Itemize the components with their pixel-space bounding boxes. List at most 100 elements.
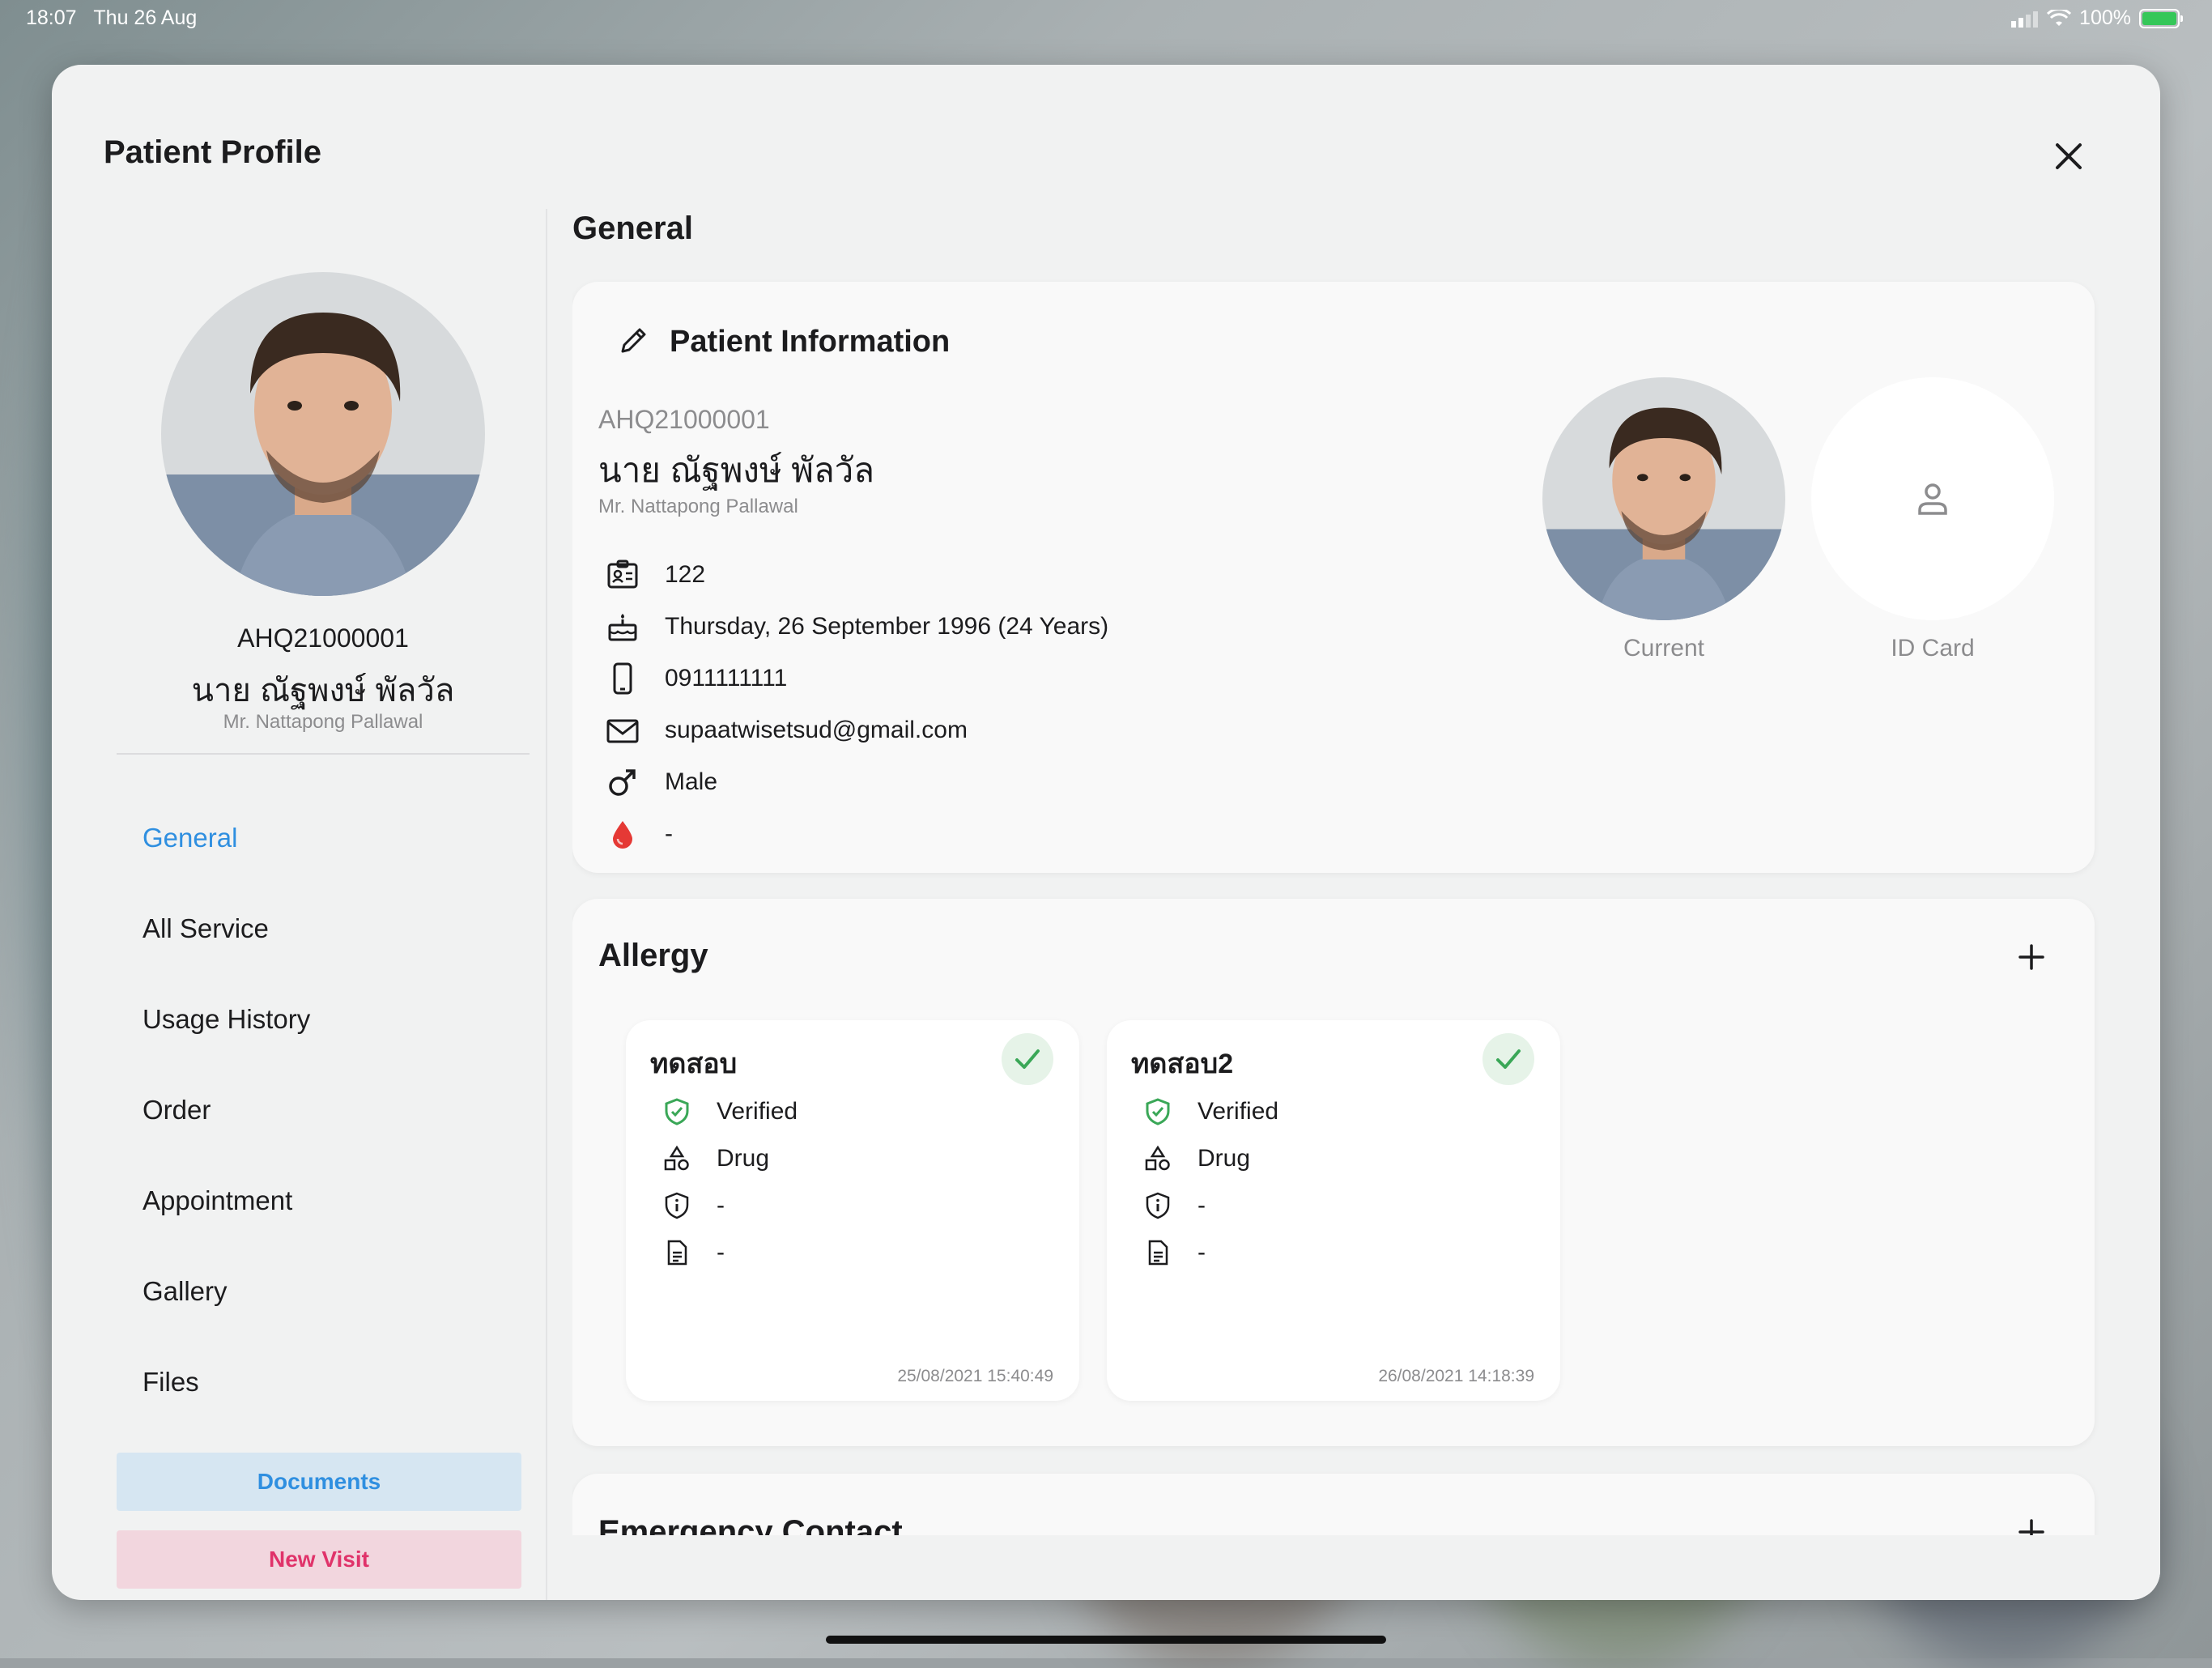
wifi-icon xyxy=(2047,9,2072,26)
date-text: Thu 26 Aug xyxy=(93,6,198,29)
patient-code: AHQ21000001 xyxy=(598,405,770,434)
sidebar-divider xyxy=(117,753,530,755)
status-bar: 18:07 Thu 26 Aug 100% xyxy=(0,0,2212,39)
battery-percent: 100% xyxy=(2079,6,2131,29)
patient-phone-row: 0911111111 xyxy=(605,653,1108,704)
allergy-type-row: Drug xyxy=(1144,1135,1278,1182)
main-content: General Patient Information AHQ21000001 … xyxy=(572,65,2160,1600)
patient-id-row: 122 xyxy=(605,549,1108,601)
shield-info-icon xyxy=(665,1192,689,1219)
documents-button[interactable]: Documents xyxy=(117,1453,521,1511)
signal-icon xyxy=(2011,11,2039,28)
shapes-icon xyxy=(664,1145,689,1171)
edit-patient-button[interactable] xyxy=(618,324,650,360)
allergy-note-row: - xyxy=(1144,1229,1278,1276)
id-card-photo-placeholder xyxy=(1811,377,2054,620)
allergy-severity: - xyxy=(1197,1192,1206,1219)
shapes-icon xyxy=(1145,1145,1170,1171)
allergy-status-row: Verified xyxy=(663,1088,798,1135)
sidebar-item-usage-history[interactable]: Usage History xyxy=(143,999,310,1090)
patient-info-title: Patient Information xyxy=(670,325,951,359)
patient-detail-list: 122 Thursday, 26 September 1996 (24 Year… xyxy=(605,549,1108,860)
allergy-title: Allergy xyxy=(598,938,708,973)
scroll-clip xyxy=(572,1535,2160,1600)
phone-icon xyxy=(613,662,632,695)
section-title: General xyxy=(572,211,693,246)
allergy-status-row: Verified xyxy=(1144,1088,1278,1135)
patient-blood-value: - xyxy=(665,820,673,847)
allergy-type: Drug xyxy=(717,1145,770,1172)
current-photo-image xyxy=(1542,377,1785,620)
status-time: 18:07 Thu 26 Aug xyxy=(26,6,197,30)
patient-avatar-large xyxy=(161,272,485,596)
allergy-item[interactable]: ทดสอบ2 Verified Drug - - 26/08/2021 14:1… xyxy=(1107,1020,1560,1401)
patient-gender-value: Male xyxy=(665,768,718,795)
allergy-status: Verified xyxy=(717,1098,798,1125)
sidebar-item-all-service[interactable]: All Service xyxy=(143,908,310,999)
plus-icon xyxy=(2018,944,2044,970)
allergy-severity-row: - xyxy=(1144,1182,1278,1229)
patient-name-th: นาย ณัฐพงษ์ พัลวัล xyxy=(598,451,875,489)
status-right: 100% xyxy=(2011,6,2183,30)
allergy-details: Verified Drug - - xyxy=(663,1088,798,1276)
sidebar-patient-name-en: Mr. Nattapong Pallawal xyxy=(223,711,423,733)
shield-check-icon xyxy=(1146,1098,1170,1125)
id-card-photo[interactable]: ID Card xyxy=(1811,377,2054,662)
sidebar: AHQ21000001 นาย ณัฐพงษ์ พัลวัล Mr. Natta… xyxy=(52,202,546,1600)
add-allergy-button[interactable] xyxy=(2014,939,2049,975)
sidebar-nav: General All Service Usage History Order … xyxy=(143,818,310,1453)
allergy-card: Allergy ทดสอบ Verified Drug - - 25/08/20… xyxy=(572,899,2095,1446)
patient-gender-row: Male xyxy=(605,756,1108,808)
allergy-datetime: 26/08/2021 14:18:39 xyxy=(1378,1367,1534,1385)
document-icon xyxy=(1148,1240,1168,1266)
sidebar-patient-name-th: นาย ณัฐพงษ์ พัลวัล xyxy=(191,673,455,708)
person-icon xyxy=(1918,483,1947,515)
sidebar-item-appointment[interactable]: Appointment xyxy=(143,1181,310,1271)
patient-phone-value: 0911111111 xyxy=(665,665,788,691)
patient-info-header: Patient Information xyxy=(618,324,950,360)
sidebar-item-files[interactable]: Files xyxy=(143,1362,310,1453)
home-indicator[interactable] xyxy=(826,1636,1386,1644)
sidebar-patient-code: AHQ21000001 xyxy=(237,623,409,653)
allergy-datetime: 25/08/2021 15:40:49 xyxy=(897,1367,1053,1385)
patient-name-en: Mr. Nattapong Pallawal xyxy=(598,496,798,517)
patient-profile-sheet: Patient Profile AHQ21000001 นาย ณัฐพงษ์ … xyxy=(52,65,2160,1600)
patient-info-card: Patient Information AHQ21000001 นาย ณัฐพ… xyxy=(572,282,2095,873)
allergy-name: ทดสอบ xyxy=(650,1049,738,1079)
sidebar-separator xyxy=(546,209,547,1600)
allergy-note-row: - xyxy=(663,1229,798,1276)
pencil-icon xyxy=(621,328,646,353)
shield-info-icon xyxy=(1146,1192,1170,1219)
patient-birth-row: Thursday, 26 September 1996 (24 Years) xyxy=(605,601,1108,653)
current-photo-label: Current xyxy=(1623,635,1705,662)
patient-email-row: supaatwisetsud@gmail.com xyxy=(605,704,1108,756)
sidebar-item-order[interactable]: Order xyxy=(143,1090,310,1181)
allergy-severity: - xyxy=(717,1192,725,1219)
allergy-name: ทดสอบ2 xyxy=(1131,1049,1234,1079)
patient-blood-row: - xyxy=(605,808,1108,860)
id-card-photo-label: ID Card xyxy=(1891,635,1975,662)
birthday-cake-icon xyxy=(608,614,637,641)
time-text: 18:07 xyxy=(26,6,77,29)
current-photo[interactable]: Current xyxy=(1542,377,1785,662)
allergy-item[interactable]: ทดสอบ Verified Drug - - 25/08/2021 15:40… xyxy=(626,1020,1079,1401)
sidebar-item-general[interactable]: General xyxy=(143,818,310,908)
allergy-type-row: Drug xyxy=(663,1135,798,1182)
new-visit-button[interactable]: New Visit xyxy=(117,1530,521,1589)
patient-birth-value: Thursday, 26 September 1996 (24 Years) xyxy=(665,613,1109,640)
battery-icon xyxy=(2139,8,2183,28)
verified-check-icon xyxy=(1002,1033,1053,1085)
sidebar-item-gallery[interactable]: Gallery xyxy=(143,1271,310,1362)
id-card-icon xyxy=(607,560,638,589)
patient-id-value: 122 xyxy=(665,561,706,588)
allergy-details: Verified Drug - - xyxy=(1144,1088,1278,1276)
sheet-title: Patient Profile xyxy=(104,134,321,170)
allergy-note: - xyxy=(717,1239,725,1266)
verified-check-icon xyxy=(1482,1033,1534,1085)
allergy-type: Drug xyxy=(1197,1145,1251,1172)
shield-check-icon xyxy=(665,1098,689,1125)
male-icon xyxy=(609,769,636,796)
document-icon xyxy=(667,1240,687,1266)
allergy-status: Verified xyxy=(1197,1098,1279,1125)
patient-email-value: supaatwisetsud@gmail.com xyxy=(665,717,968,743)
